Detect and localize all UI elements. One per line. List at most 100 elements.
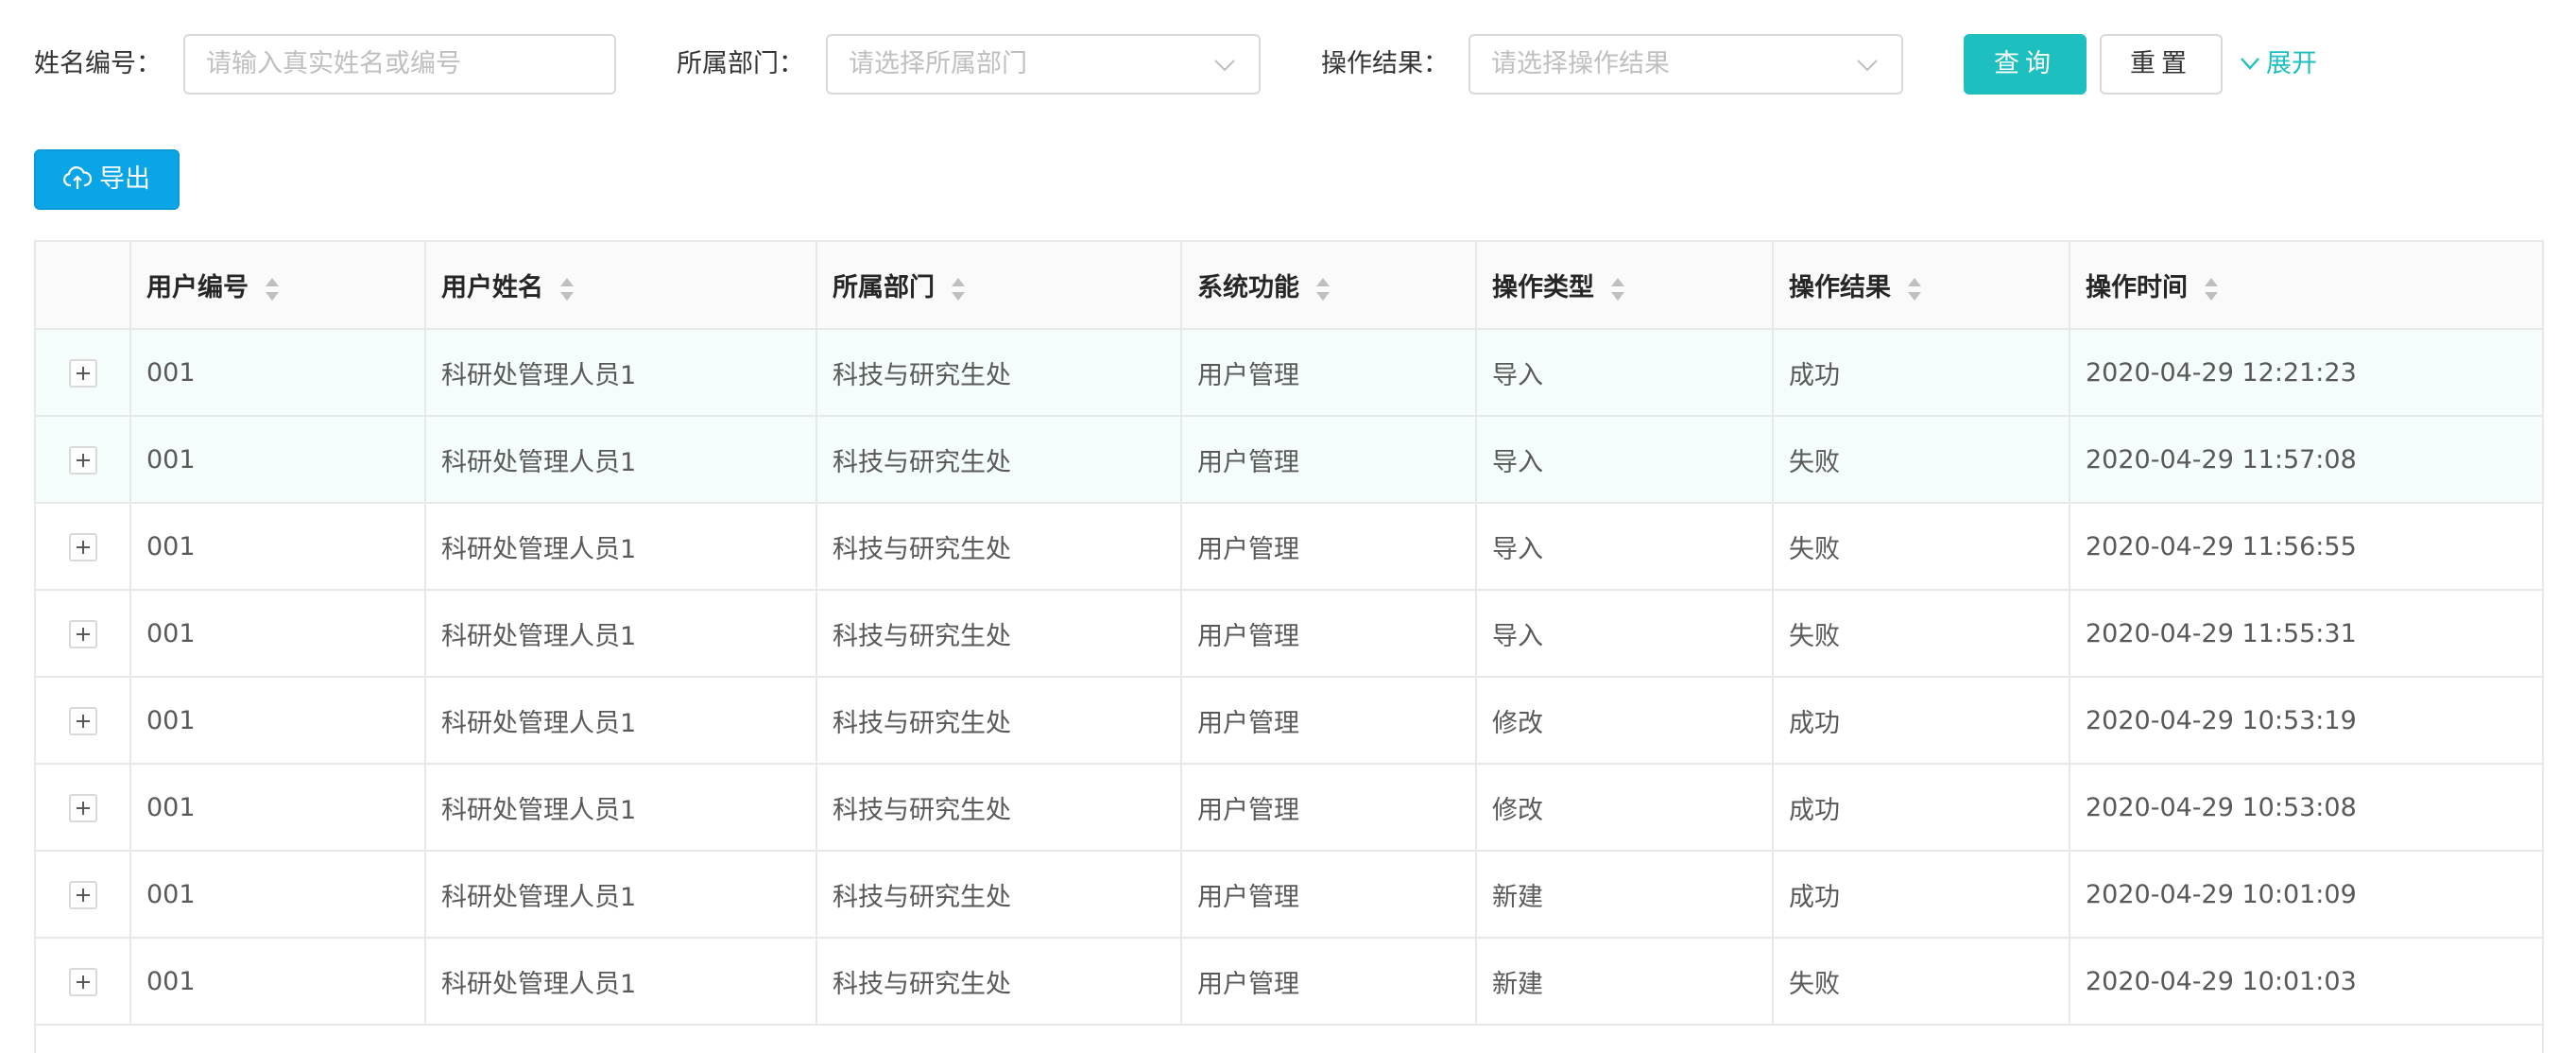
cell-user-name: 科研处管理人员1 <box>425 677 817 765</box>
table-row[interactable]: 001 科研处管理人员1 科技与研究生处 用户管理 导入 成功 2020-04-… <box>36 329 2542 417</box>
expand-label: 展开 <box>2266 49 2317 78</box>
column-header[interactable]: 操作时间 <box>2069 242 2542 330</box>
sort-icon[interactable] <box>2205 276 2218 302</box>
cell-op-type: 导入 <box>1476 329 1774 417</box>
cell-department: 科技与研究生处 <box>816 851 1182 939</box>
expand-row-button[interactable] <box>68 358 97 388</box>
cell-op-time: 2020-04-29 12:21:23 <box>2069 329 2542 417</box>
query-button[interactable]: 查询 <box>1964 34 2087 95</box>
cell-function: 用户管理 <box>1181 503 1477 591</box>
department-placeholder: 请选择所属部门 <box>849 49 1027 78</box>
sort-icon[interactable] <box>952 276 965 302</box>
table-header-row: 用户编号 用户姓名 所属部门 系统功能 操作类型 操作结果 操作时间 <box>36 242 2542 330</box>
column-header[interactable]: 系统功能 <box>1181 242 1477 330</box>
result-placeholder: 请选择操作结果 <box>1491 49 1670 78</box>
cell-user-name: 科研处管理人员1 <box>425 590 817 678</box>
cell-function: 用户管理 <box>1181 677 1477 765</box>
expand-column-header <box>36 242 131 330</box>
name-number-input[interactable]: 请输入真实姓名或编号 <box>183 34 616 95</box>
column-header[interactable]: 用户编号 <box>130 242 426 330</box>
sort-icon[interactable] <box>1908 276 1921 302</box>
cell-function: 用户管理 <box>1181 938 1477 1026</box>
cell-department: 科技与研究生处 <box>816 503 1182 591</box>
cell-department: 科技与研究生处 <box>816 764 1182 852</box>
cell-department: 科技与研究生处 <box>816 590 1182 678</box>
department-select[interactable]: 请选择所属部门 <box>826 34 1261 95</box>
table-row[interactable]: 001 科研处管理人员1 科技与研究生处 用户管理 新建 成功 2020-04-… <box>36 851 2542 939</box>
cell-op-type: 修改 <box>1476 677 1774 765</box>
cell-user-name: 科研处管理人员1 <box>425 503 817 591</box>
expand-row-button[interactable] <box>68 532 97 561</box>
reset-button[interactable]: 重置 <box>2100 34 2223 95</box>
cell-op-result: 失败 <box>1773 590 2070 678</box>
cell-function: 用户管理 <box>1181 851 1477 939</box>
expand-link[interactable]: 展开 <box>2240 34 2317 95</box>
chevron-down-icon <box>2241 57 2259 70</box>
cell-department: 科技与研究生处 <box>816 677 1182 765</box>
table-row[interactable]: 001 科研处管理人员1 科技与研究生处 用户管理 导入 失败 2020-04-… <box>36 503 2542 591</box>
table-row[interactable]: 001 科研处管理人员1 科技与研究生处 用户管理 修改 成功 2020-04-… <box>36 764 2542 852</box>
cell-user-id: 001 <box>130 938 426 1026</box>
cell-user-id: 001 <box>130 764 426 852</box>
cell-op-result: 成功 <box>1773 329 2070 417</box>
expand-row-button[interactable] <box>68 619 97 648</box>
cell-op-time: 2020-04-29 11:56:55 <box>2069 503 2542 591</box>
cell-user-id: 001 <box>130 851 426 939</box>
cell-op-time: 2020-04-29 10:01:03 <box>2069 938 2542 1026</box>
cell-op-type: 导入 <box>1476 416 1774 504</box>
cell-user-name: 科研处管理人员1 <box>425 764 817 852</box>
cell-op-type: 修改 <box>1476 764 1774 852</box>
cell-user-name: 科研处管理人员1 <box>425 329 817 417</box>
cell-department: 科技与研究生处 <box>816 329 1182 417</box>
result-label: 操作结果： <box>1321 49 1449 78</box>
sort-icon[interactable] <box>266 276 279 302</box>
department-label: 所属部门： <box>677 49 804 78</box>
sort-icon[interactable] <box>1611 276 1624 302</box>
cell-user-id: 001 <box>130 503 426 591</box>
cell-function: 用户管理 <box>1181 590 1477 678</box>
column-header[interactable]: 所属部门 <box>816 242 1182 330</box>
table-row[interactable]: 001 科研处管理人员1 科技与研究生处 用户管理 导入 失败 2020-04-… <box>36 416 2542 504</box>
result-select[interactable]: 请选择操作结果 <box>1468 34 1903 95</box>
cell-op-time: 2020-04-29 11:57:08 <box>2069 416 2542 504</box>
cell-user-id: 001 <box>130 416 426 504</box>
cell-department: 科技与研究生处 <box>816 938 1182 1026</box>
cell-department: 科技与研究生处 <box>816 416 1182 504</box>
expand-row-button[interactable] <box>68 880 97 909</box>
search-bar: 姓名编号： 请输入真实姓名或编号 所属部门： 请选择所属部门 操作结果： 请选择… <box>34 34 2542 95</box>
cell-op-result: 失败 <box>1773 416 2070 504</box>
chevron-down-icon <box>1214 60 1235 72</box>
expand-row-button[interactable] <box>68 967 97 996</box>
cell-op-time: 2020-04-29 11:55:31 <box>2069 590 2542 678</box>
chevron-down-icon <box>1857 60 1878 72</box>
log-table: 用户编号 用户姓名 所属部门 系统功能 操作类型 操作结果 操作时间 001 科… <box>34 240 2544 1053</box>
cell-user-name: 科研处管理人员1 <box>425 416 817 504</box>
cell-op-result: 成功 <box>1773 851 2070 939</box>
cell-op-time: 2020-04-29 10:53:19 <box>2069 677 2542 765</box>
column-header[interactable]: 操作结果 <box>1773 242 2070 330</box>
cell-op-result: 失败 <box>1773 503 2070 591</box>
cell-user-name: 科研处管理人员1 <box>425 938 817 1026</box>
name-number-placeholder: 请输入真实姓名或编号 <box>206 49 461 78</box>
cell-user-id: 001 <box>130 677 426 765</box>
cell-function: 用户管理 <box>1181 329 1477 417</box>
export-label: 导出 <box>99 164 150 194</box>
cell-op-type: 导入 <box>1476 503 1774 591</box>
cell-user-id: 001 <box>130 590 426 678</box>
name-number-label: 姓名编号： <box>34 49 162 78</box>
cell-op-result: 成功 <box>1773 764 2070 852</box>
export-button[interactable]: 导出 <box>34 149 180 210</box>
sort-icon[interactable] <box>1316 276 1330 302</box>
cell-op-type: 新建 <box>1476 938 1774 1026</box>
expand-row-button[interactable] <box>68 793 97 822</box>
sort-icon[interactable] <box>560 276 574 302</box>
expand-row-button[interactable] <box>68 706 97 735</box>
expand-row-button[interactable] <box>68 445 97 475</box>
table-row[interactable]: 001 科研处管理人员1 科技与研究生处 用户管理 新建 失败 2020-04-… <box>36 938 2542 1026</box>
column-header[interactable]: 操作类型 <box>1476 242 1774 330</box>
table-row[interactable]: 001 科研处管理人员1 科技与研究生处 用户管理 修改 成功 2020-04-… <box>36 677 2542 765</box>
column-header[interactable]: 用户姓名 <box>425 242 817 330</box>
cell-function: 用户管理 <box>1181 764 1477 852</box>
cell-op-result: 成功 <box>1773 677 2070 765</box>
table-row[interactable]: 001 科研处管理人员1 科技与研究生处 用户管理 导入 失败 2020-04-… <box>36 590 2542 678</box>
